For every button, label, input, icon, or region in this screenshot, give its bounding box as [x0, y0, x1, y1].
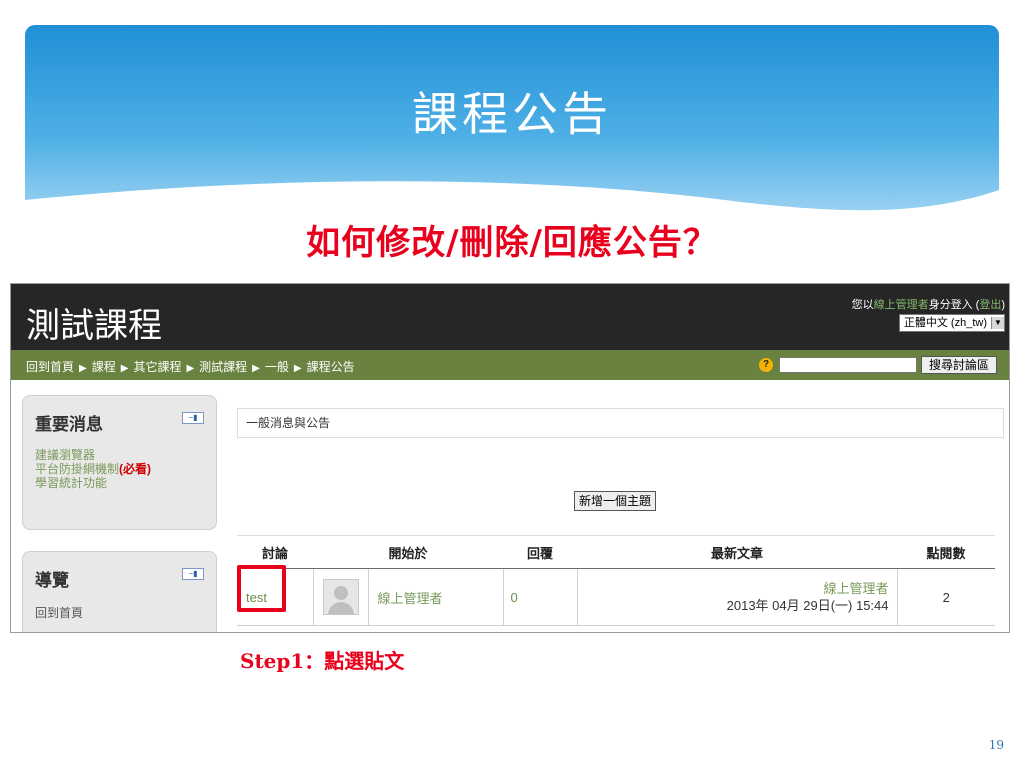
table-row: test 線上管理者 0 線上管理者 2013年 04月 29日(一) 15:4… — [237, 568, 995, 626]
views-count: 2 — [897, 568, 995, 626]
breadcrumb-separator-icon: ▶ — [252, 363, 260, 374]
breadcrumb-separator-icon: ▶ — [186, 363, 195, 374]
slide-title: 課程公告 — [412, 87, 612, 141]
help-icon[interactable]: ? — [759, 358, 773, 372]
navigation-block: 導覽 −▮ 回到首頁 — [22, 551, 217, 632]
col-header-discussion[interactable]: 討論 — [237, 535, 313, 569]
news-block-title: 重要消息 — [35, 415, 103, 434]
started-by-cell: 線上管理者 — [368, 568, 504, 626]
language-value: 正體中文 (zh_tw) — [903, 317, 987, 329]
page-number: 19 — [988, 738, 1004, 752]
block-collapse-icon[interactable]: −▮ — [182, 568, 204, 580]
slide-subtitle: 如何修改/刪除/回應公告？ — [306, 223, 718, 263]
nav-link-home[interactable]: 回到首頁 — [35, 604, 83, 621]
avatar-cell — [313, 568, 369, 626]
breadcrumb-separator-icon: ▶ — [293, 363, 302, 374]
col-header-views[interactable]: 點閱數 — [897, 535, 995, 569]
discussion-table: 討論 開始於 回覆 最新文章 點閱數 test 線上管理者 0 線上管理者 20… — [237, 535, 995, 626]
forum-search-input[interactable] — [779, 357, 917, 373]
login-suffix: ) — [1001, 299, 1005, 311]
must-read-label: (必看) — [119, 462, 152, 476]
login-middle: 身分登入 ( — [928, 299, 980, 311]
col-header-latest-post[interactable]: 最新文章 — [577, 535, 897, 569]
breadcrumb-item-test-course[interactable]: 測試課程 — [199, 360, 247, 374]
col-header-replies[interactable]: 回覆 — [503, 535, 577, 569]
logout-link[interactable]: 登出 — [979, 299, 1001, 311]
search-forums-button[interactable]: 搜尋討論區 — [921, 356, 997, 374]
breadcrumb-separator-icon: ▶ — [120, 363, 129, 374]
language-select[interactable]: 正體中文 (zh_tw) ▼ — [898, 314, 1005, 332]
breadcrumb-item-courses[interactable]: 課程 — [92, 360, 116, 374]
breadcrumb-item-home[interactable]: 回到首頁 — [26, 360, 74, 374]
moodle-screenshot: 測試課程 您以線上管理者身分登入 (登出) 正體中文 (zh_tw) ▼ 回到首… — [10, 283, 1010, 633]
navbar: 回到首頁 ▶ 課程 ▶ 其它課程 ▶ 測試課程 ▶ 一般 ▶ 課程公告 ? 搜尋討論區 — [11, 350, 1009, 380]
login-prefix: 您以 — [851, 299, 874, 311]
course-header: 測試課程 您以線上管理者身分登入 (登出) 正體中文 (zh_tw) ▼ — [11, 284, 1009, 350]
highlight-box — [237, 565, 286, 612]
navigation-block-title: 導覽 — [35, 571, 69, 590]
latest-author-link[interactable]: 線上管理者 — [579, 580, 888, 597]
course-title: 測試課程 — [26, 306, 162, 346]
forum-description: 一般消息與公告 — [237, 408, 1004, 438]
news-block: 重要消息 −▮ 建議瀏覽器 平台防掛網機制(必看) 學習統計功能 — [22, 395, 217, 530]
news-link-statistics[interactable]: 學習統計功能 — [35, 474, 107, 491]
table-header-row: 討論 開始於 回覆 最新文章 點閱數 — [237, 535, 995, 569]
breadcrumb-separator-icon: ▶ — [79, 363, 87, 374]
latest-date-link[interactable]: 2013年 04月 29日(一) 15:44 — [579, 597, 889, 614]
col-header-started-by[interactable]: 開始於 — [313, 535, 503, 569]
replies-cell: 0 — [503, 568, 578, 626]
breadcrumb: 回到首頁 ▶ 課程 ▶ 其它課程 ▶ 測試課程 ▶ 一般 ▶ 課程公告 — [26, 358, 355, 375]
avatar[interactable] — [322, 579, 359, 615]
block-collapse-icon[interactable]: −▮ — [182, 412, 204, 424]
latest-post-cell: 線上管理者 2013年 04月 29日(一) 15:44 — [577, 568, 898, 626]
breadcrumb-item-general[interactable]: 一般 — [265, 360, 289, 374]
replies-link[interactable]: 0 — [505, 590, 518, 605]
breadcrumb-item-announcements: 課程公告 — [306, 360, 355, 374]
login-info: 您以線上管理者身分登入 (登出) — [852, 296, 1005, 312]
breadcrumb-item-other-courses[interactable]: 其它課程 — [133, 360, 181, 374]
user-link[interactable]: 線上管理者 — [874, 299, 929, 311]
step-caption: Step1：點選貼文 — [240, 649, 405, 673]
author-link[interactable]: 線上管理者 — [370, 591, 443, 606]
add-topic-button[interactable]: 新增一個主題 — [574, 491, 657, 511]
dropdown-arrow-icon: ▼ — [991, 317, 1004, 329]
